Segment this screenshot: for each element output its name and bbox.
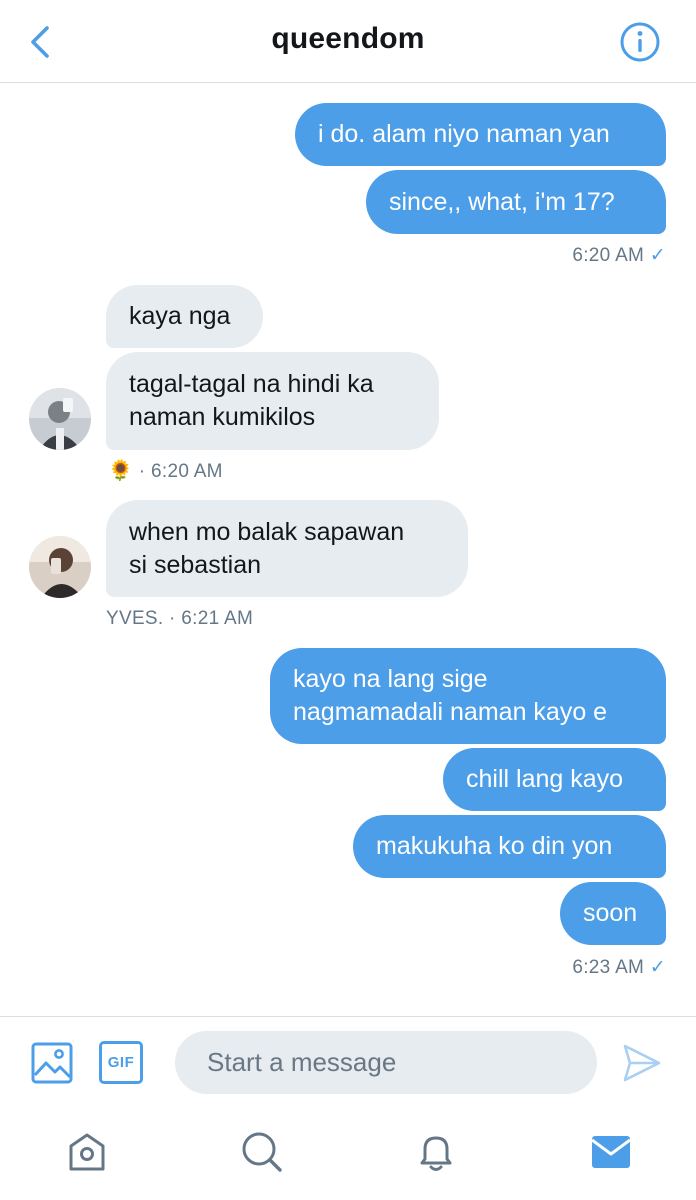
message-bubble-outgoing[interactable]: chill lang kayo [443, 748, 666, 811]
message-sender-meta: YVES. · 6:21 AM [106, 608, 254, 629]
message-timestamp: 6:23 AM ✓ [572, 957, 666, 978]
message-text: naman kumikilos [129, 403, 316, 431]
message-text: nagmamadali naman kayo e [293, 698, 608, 726]
message-bubble-outgoing[interactable]: makukuha ko din yon [353, 815, 666, 878]
message-text: si sebastian [129, 550, 262, 579]
tab-notifications[interactable] [414, 1130, 458, 1174]
message-text: kaya nga [129, 302, 231, 330]
message-input-placeholder: Start a message [207, 1047, 397, 1077]
avatar-image [29, 388, 91, 450]
read-check-icon: ✓ [649, 957, 666, 978]
message-text: kayo na lang sige [293, 665, 488, 693]
search-icon [242, 1132, 282, 1172]
message-bubble-incoming[interactable]: tagal-tagal na hindi ka naman kumikilos [106, 352, 439, 450]
add-image-button[interactable] [30, 1041, 74, 1085]
message-bubble-incoming[interactable]: when mo balak sapawan si sebastian [106, 500, 468, 597]
message-sender-meta: 🌻 · 6:20 AM [108, 460, 223, 482]
messages-icon [591, 1136, 631, 1168]
conversation-title[interactable]: queendom [0, 22, 696, 56]
message-text: soon [583, 899, 638, 927]
gif-button[interactable]: GIF [99, 1041, 143, 1084]
message-text: tagal-tagal na hindi ka [129, 370, 374, 398]
avatar-image [29, 536, 91, 598]
message-bubble-outgoing[interactable]: kayo na lang sige nagmamadali naman kayo… [270, 648, 666, 744]
home-icon [69, 1133, 105, 1171]
message-bubble-incoming[interactable]: kaya nga [106, 285, 263, 348]
tab-messages[interactable] [589, 1132, 633, 1172]
message-text: when mo balak sapawan [129, 517, 405, 546]
gif-label: GIF [107, 1054, 135, 1071]
composer-divider [0, 1016, 696, 1017]
message-text: makukuha ko din yon [376, 832, 613, 860]
message-text: i do. alam niyo naman yan [318, 120, 610, 148]
message-bubble-outgoing[interactable]: soon [560, 882, 666, 945]
tab-home[interactable] [65, 1130, 109, 1174]
conversation-header: queendom [0, 0, 696, 83]
tab-search[interactable] [240, 1130, 284, 1174]
avatar[interactable] [29, 388, 91, 450]
message-timestamp: 6:20 AM ✓ [572, 245, 666, 266]
notifications-icon [420, 1136, 452, 1171]
info-button[interactable] [618, 20, 662, 64]
sunflower-emoji: 🌻 [108, 460, 134, 482]
send-button[interactable] [620, 1041, 664, 1085]
message-text: since,, what, i'm 17? [389, 187, 615, 216]
message-input[interactable]: Start a message [175, 1031, 597, 1094]
message-bubble-outgoing[interactable]: since,, what, i'm 17? [366, 170, 666, 234]
message-bubble-outgoing[interactable]: i do. alam niyo naman yan [295, 103, 666, 166]
message-text: chill lang kayo [466, 765, 624, 793]
send-icon [623, 1044, 661, 1082]
image-icon [31, 1042, 73, 1084]
avatar[interactable] [29, 536, 91, 598]
info-icon [620, 22, 660, 62]
read-check-icon: ✓ [649, 245, 666, 266]
